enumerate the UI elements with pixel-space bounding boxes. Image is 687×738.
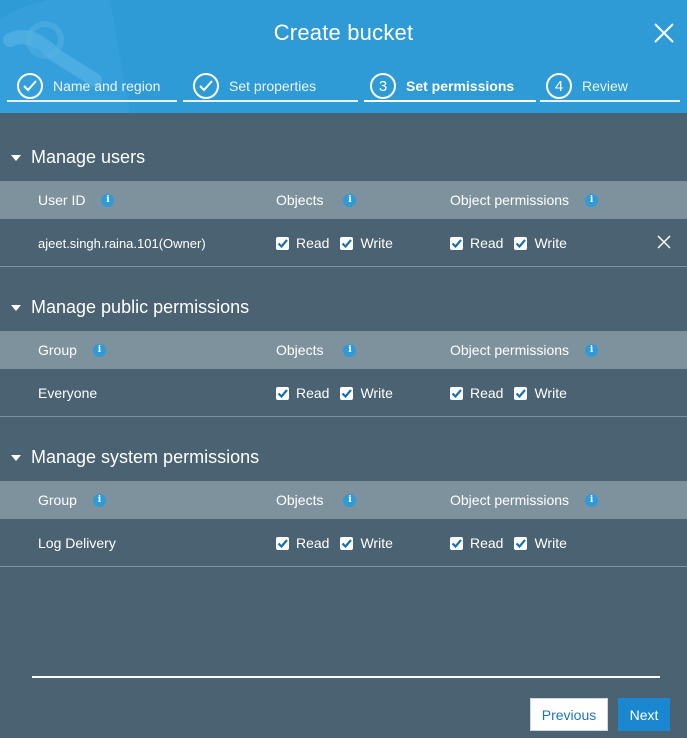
checkbox-checked-icon [340, 536, 354, 550]
step-label: Set properties [229, 78, 317, 94]
checkbox-checked-icon [340, 236, 354, 250]
user-id: ajeet.singh.raina.101(Owner) [38, 235, 206, 251]
read-label: Read [470, 535, 504, 551]
caret-down-icon [11, 454, 21, 461]
write-label: Write [534, 535, 567, 551]
write-label: Write [534, 385, 567, 401]
column-object-permissions: Object permissions [450, 192, 570, 208]
info-icon[interactable]: i [92, 493, 106, 507]
table-row: Log Delivery Read Write Read Write [0, 520, 687, 567]
column-group: Group [38, 342, 77, 358]
step-label: Set permissions [406, 78, 515, 94]
section-manage-public-permissions[interactable]: Manage public permissions [10, 297, 249, 318]
step-set-properties[interactable]: Set properties [193, 70, 316, 102]
step-label: Name and region [53, 78, 161, 94]
read-label: Read [296, 535, 330, 551]
section-title: Manage public permissions [31, 297, 250, 317]
checkbox-checked-icon [340, 386, 354, 400]
table-row: Everyone Read Write Read Write [0, 370, 687, 417]
step-active-indicator [364, 100, 536, 102]
modal-title: Create bucket [273, 20, 414, 45]
checkbox-checked-icon [276, 236, 289, 250]
column-group: Group [38, 492, 77, 508]
step-number: 3 [370, 73, 396, 99]
checkbox-checked-icon [514, 386, 528, 400]
close-icon[interactable] [653, 22, 675, 44]
write-label: Write [360, 385, 393, 401]
permissions-read-checkbox[interactable]: Read [450, 235, 503, 251]
info-icon[interactable]: i [585, 193, 599, 207]
objects-read-checkbox[interactable]: Read [276, 385, 329, 401]
check-icon [193, 73, 219, 99]
checkbox-checked-icon [276, 386, 289, 400]
section-title: Manage users [31, 147, 146, 167]
permissions-write-checkbox[interactable]: Write [514, 385, 567, 401]
info-icon[interactable]: i [101, 193, 115, 207]
modal-header: Create bucket Name and region Set proper… [0, 0, 687, 113]
permissions-write-checkbox[interactable]: Write [514, 535, 567, 551]
section-manage-system-permissions[interactable]: Manage system permissions [10, 447, 259, 468]
step-review[interactable]: 4 Review [546, 70, 628, 102]
checkbox-checked-icon [450, 386, 463, 400]
checkbox-checked-icon [276, 536, 289, 550]
caret-down-icon [11, 304, 21, 311]
group-name: Everyone [38, 385, 98, 401]
caret-down-icon [11, 154, 21, 161]
remove-user-icon[interactable] [657, 235, 671, 249]
objects-write-checkbox[interactable]: Write [340, 235, 393, 251]
permissions-read-checkbox[interactable]: Read [450, 385, 503, 401]
info-icon[interactable]: i [343, 343, 357, 357]
section-manage-users[interactable]: Manage users [10, 147, 145, 168]
previous-button[interactable]: Previous [530, 698, 608, 731]
read-label: Read [296, 385, 330, 401]
column-objects: Objects [276, 342, 324, 358]
step-name-and-region[interactable]: Name and region [17, 70, 160, 102]
column-object-permissions: Object permissions [450, 492, 570, 508]
checkbox-checked-icon [450, 236, 463, 250]
info-icon[interactable]: i [585, 493, 599, 507]
wizard-steps: Name and region Set properties 3 Set per… [0, 70, 687, 110]
permissions-read-checkbox[interactable]: Read [450, 535, 503, 551]
table-header: Group i Objects i Object permissions i [0, 481, 687, 519]
read-label: Read [296, 235, 330, 251]
objects-read-checkbox[interactable]: Read [276, 235, 329, 251]
read-label: Read [470, 385, 504, 401]
column-objects: Objects [276, 192, 324, 208]
group-name: Log Delivery [38, 535, 116, 551]
table-header: User ID i Objects i Object permissions i [0, 181, 687, 219]
info-icon[interactable]: i [343, 193, 357, 207]
column-object-permissions: Object permissions [450, 342, 570, 358]
write-label: Write [534, 235, 567, 251]
step-number: 4 [546, 73, 572, 99]
step-progress-line [183, 100, 358, 102]
column-user-id: User ID [38, 192, 86, 208]
info-icon[interactable]: i [92, 343, 106, 357]
footer-divider [32, 676, 660, 678]
info-icon[interactable]: i [343, 493, 357, 507]
section-title: Manage system permissions [31, 447, 260, 467]
info-icon[interactable]: i [585, 343, 599, 357]
objects-write-checkbox[interactable]: Write [340, 385, 393, 401]
step-progress-line [7, 100, 177, 102]
column-objects: Objects [276, 492, 324, 508]
checkbox-checked-icon [450, 536, 463, 550]
check-icon [17, 73, 43, 99]
checkbox-checked-icon [514, 236, 528, 250]
step-label: Review [582, 78, 628, 94]
table-row: ajeet.singh.raina.101(Owner) Read Write … [0, 220, 687, 267]
permissions-write-checkbox[interactable]: Write [514, 235, 567, 251]
step-set-permissions[interactable]: 3 Set permissions [370, 70, 514, 102]
write-label: Write [360, 235, 393, 251]
objects-write-checkbox[interactable]: Write [340, 535, 393, 551]
write-label: Write [360, 535, 393, 551]
checkbox-checked-icon [514, 536, 528, 550]
objects-read-checkbox[interactable]: Read [276, 535, 329, 551]
next-button[interactable]: Next [618, 698, 670, 731]
step-progress-line [540, 100, 680, 102]
table-header: Group i Objects i Object permissions i [0, 331, 687, 369]
read-label: Read [470, 235, 504, 251]
